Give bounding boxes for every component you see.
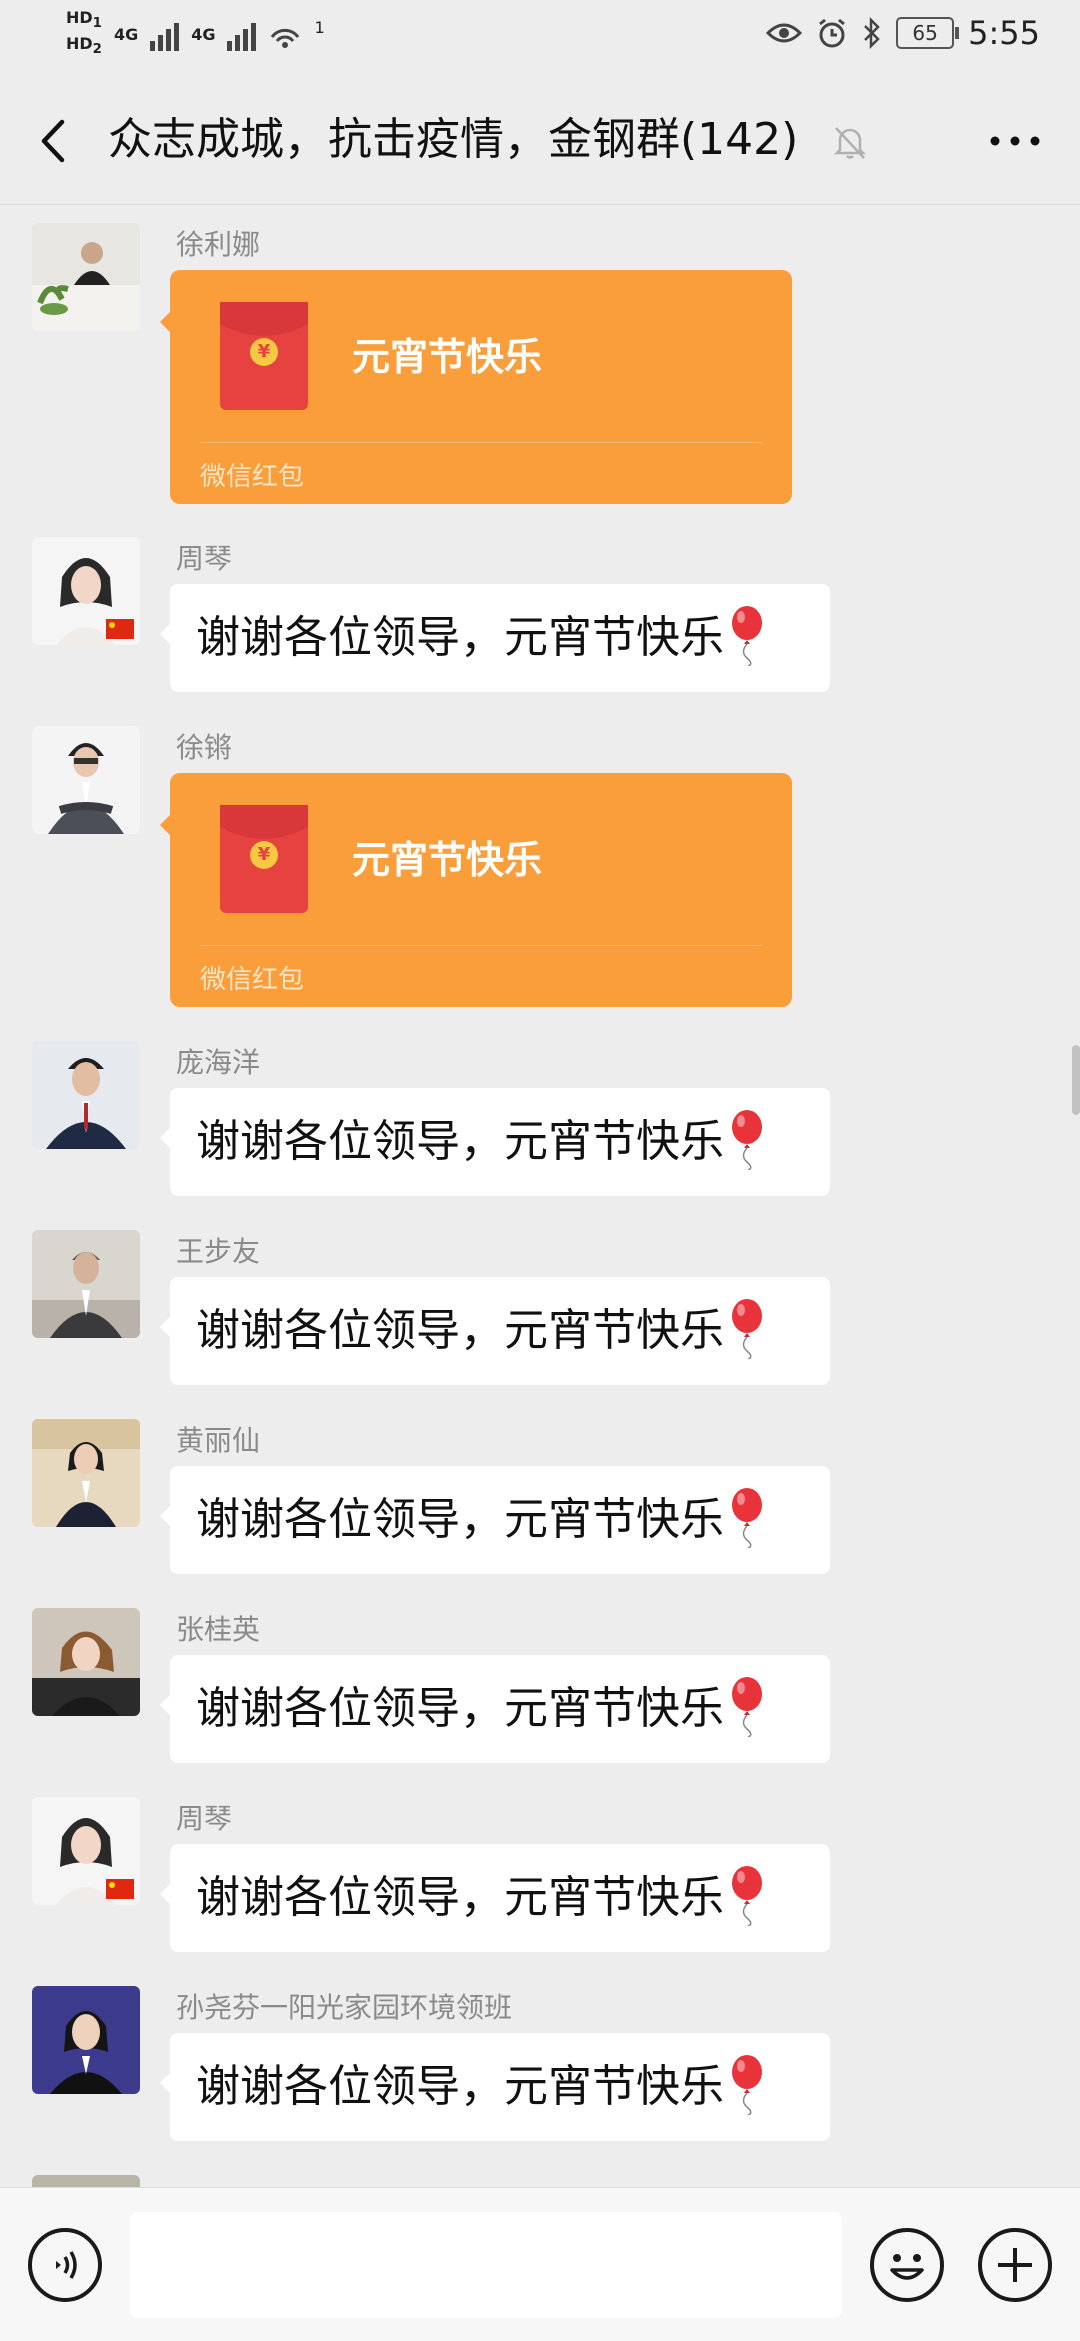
message-text: 谢谢各位领导，元宵节快乐 <box>196 1494 724 1545</box>
message-bubble[interactable]: 谢谢各位领导，元宵节快乐 <box>160 2033 830 2141</box>
sender-name: 王步友 <box>176 1235 261 1268</box>
message-bubble[interactable]: 谢谢各位领导，元宵节快乐 <box>160 1277 830 1385</box>
avatar[interactable] <box>32 223 140 331</box>
battery-level: 65 <box>912 21 938 45</box>
sender-name: 徐利娜 <box>176 228 261 261</box>
sender-name: 黄丽仙 <box>176 1424 261 1457</box>
status-right: 65 5:55 <box>766 14 1040 52</box>
balloon-emoji-icon <box>732 606 762 666</box>
message-text: 谢谢各位领导，元宵节快乐 <box>196 612 724 663</box>
network1-label: 4G <box>113 24 139 44</box>
signal1-icon <box>150 17 180 52</box>
avatar[interactable] <box>32 2175 140 2187</box>
message-text: 谢谢各位领导，元宵节快乐 <box>196 1305 724 1356</box>
plus-icon <box>998 2248 1032 2282</box>
emoji-button[interactable] <box>870 2228 944 2302</box>
battery-icon: 65 <box>896 17 960 49</box>
red-envelope-icon: ¥ <box>220 302 308 410</box>
signal2-icon <box>227 17 257 52</box>
status-time: 5:55 <box>968 14 1040 52</box>
red-packet-card[interactable]: ¥ 元宵节快乐 微信红包 <box>160 773 792 1007</box>
avatar[interactable] <box>32 1041 140 1149</box>
avatar[interactable] <box>32 1986 140 2094</box>
bluetooth-icon <box>864 17 880 49</box>
balloon-emoji-icon <box>732 1488 762 1548</box>
message-bubble[interactable]: 谢谢各位领导，元宵节快乐 <box>160 1655 830 1763</box>
network2-label: 4G <box>191 24 216 44</box>
message-text: 谢谢各位领导，元宵节快乐 <box>196 1116 724 1167</box>
avatar[interactable] <box>32 1608 140 1716</box>
mute-bell-icon <box>833 127 867 159</box>
eye-icon <box>766 23 803 43</box>
scrollbar[interactable] <box>1072 1045 1080 1115</box>
status-bar: HD1 HD2 4G 4G 1 65 5:55 <box>0 0 1080 78</box>
message-bubble[interactable]: 谢谢各位领导，元宵节快乐 <box>160 1088 830 1196</box>
red-packet-title: 元宵节快乐 <box>352 335 543 379</box>
avatar[interactable] <box>32 537 140 645</box>
red-envelope-icon: ¥ <box>220 805 308 913</box>
message-text: 谢谢各位领导，元宵节快乐 <box>196 2061 724 2112</box>
sender-name: 庞海洋 <box>176 1046 261 1079</box>
red-packet-label: 微信红包 <box>200 965 305 995</box>
sender-name: 孙尧芬一阳光家园环境领班 <box>176 1991 513 2024</box>
sender-name: 徐锵 <box>176 731 233 764</box>
hd-indicators: HD1 HD2 <box>66 8 102 60</box>
red-packet-divider <box>200 945 762 946</box>
voice-icon <box>56 2251 77 2279</box>
message-bubble[interactable]: 谢谢各位领导，元宵节快乐 <box>160 1466 830 1574</box>
voice-button[interactable] <box>28 2228 102 2302</box>
chat-title: 众志成城，抗击疫情，金钢群(142) <box>108 114 799 165</box>
avatar[interactable] <box>32 726 140 834</box>
avatar[interactable] <box>32 1230 140 1338</box>
more-dots-icon[interactable] <box>988 134 1042 148</box>
emoji-icon <box>890 2254 924 2280</box>
hd1-indicator: HD1 <box>66 8 102 32</box>
wifi-icon <box>271 29 300 49</box>
message-bubble[interactable]: 谢谢各位领导，元宵节快乐 <box>160 1844 830 1952</box>
message-list[interactable]: 徐利娜 ¥ 元宵节快乐 微信红包 周琴 谢谢各位领导，元宵节快乐 徐锵 ¥ 元宵… <box>0 205 1080 2187</box>
sender-name: 周琴 <box>176 1802 233 1835</box>
balloon-emoji-icon <box>732 2055 762 2115</box>
balloon-emoji-icon <box>732 1677 762 1737</box>
message-text: 谢谢各位领导，元宵节快乐 <box>196 1872 724 1923</box>
alarm-icon <box>819 18 846 48</box>
status-left: HD1 HD2 4G 4G 1 <box>66 8 325 60</box>
wifi-badge: 1 <box>314 17 325 37</box>
avatar[interactable] <box>32 1797 140 1905</box>
input-bar <box>0 2187 1080 2341</box>
balloon-emoji-icon <box>732 1299 762 1359</box>
hd2-indicator: HD2 <box>66 34 102 58</box>
message-input[interactable] <box>130 2212 842 2318</box>
avatar[interactable] <box>32 1419 140 1527</box>
back-arrow-icon[interactable] <box>34 118 74 164</box>
red-packet-title: 元宵节快乐 <box>352 838 543 882</box>
message-text: 谢谢各位领导，元宵节快乐 <box>196 1683 724 1734</box>
sender-name: 张桂英 <box>176 1613 261 1646</box>
red-packet-divider <box>200 442 762 443</box>
balloon-emoji-icon <box>732 1110 762 1170</box>
balloon-emoji-icon <box>732 1866 762 1926</box>
plus-button[interactable] <box>978 2228 1052 2302</box>
chat-header: 众志成城，抗击疫情，金钢群(142) <box>0 78 1080 205</box>
red-packet-label: 微信红包 <box>200 462 305 492</box>
message-bubble[interactable]: 谢谢各位领导，元宵节快乐 <box>160 584 830 692</box>
red-packet-card[interactable]: ¥ 元宵节快乐 微信红包 <box>160 270 792 504</box>
sender-name: 周琴 <box>176 542 233 575</box>
